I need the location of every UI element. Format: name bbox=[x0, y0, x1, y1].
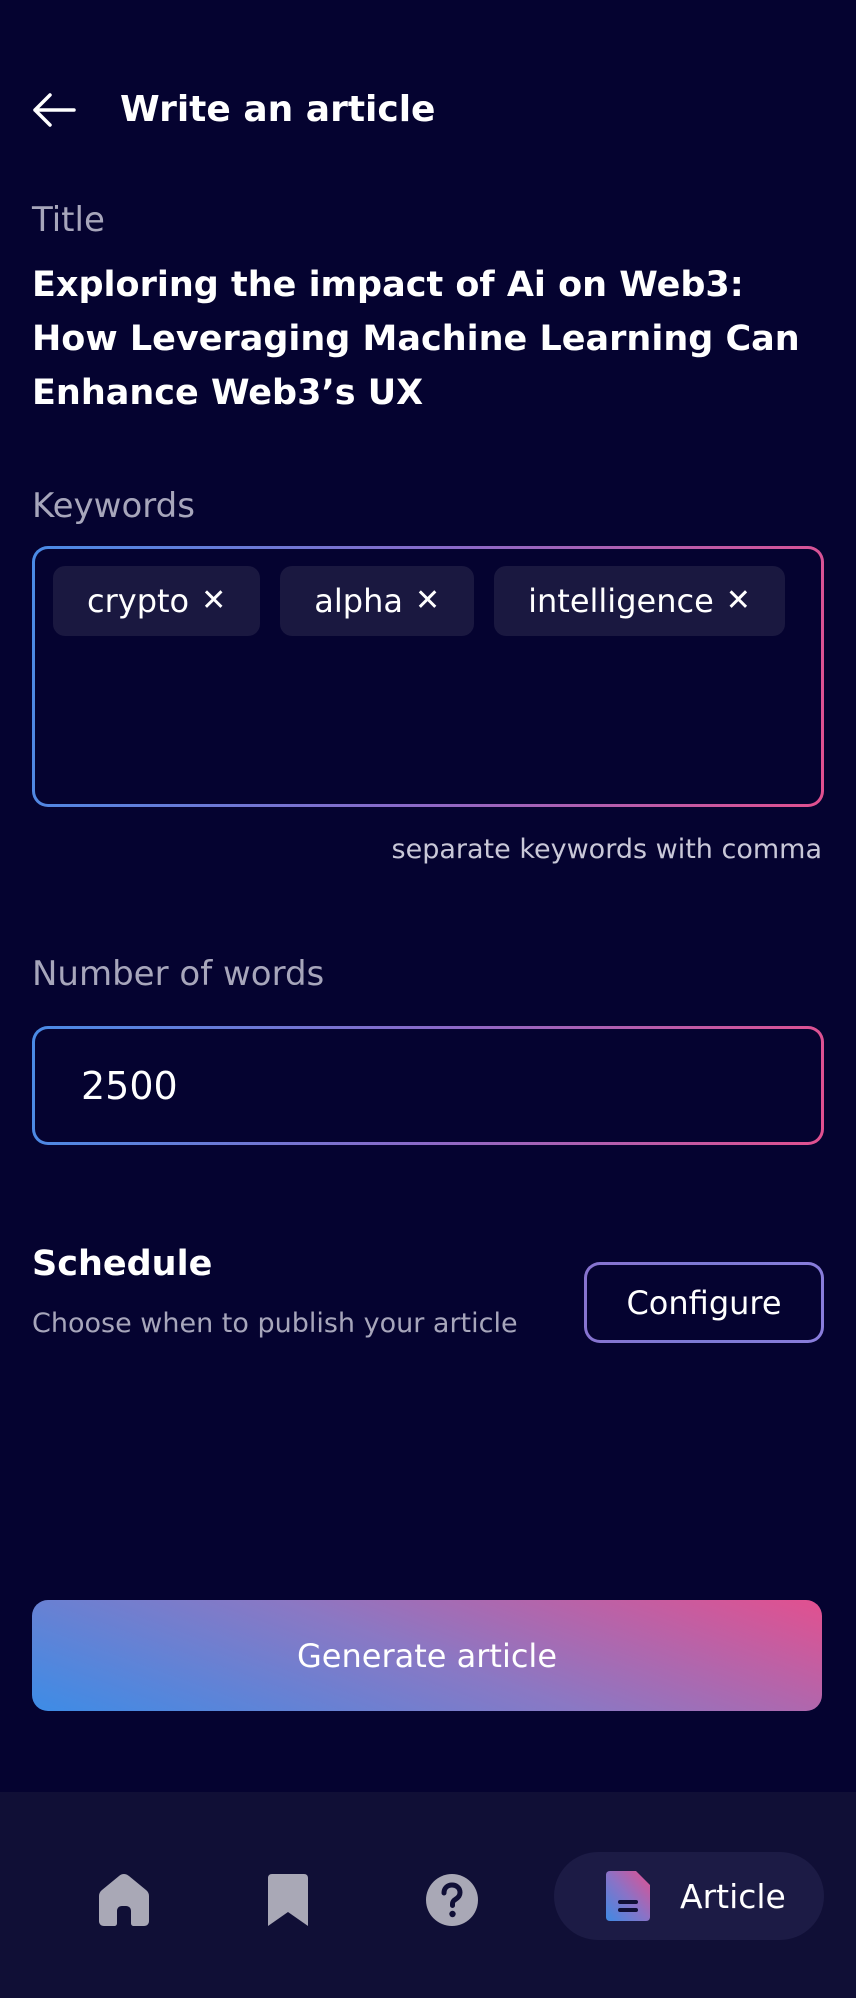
keyword-chip[interactable]: intelligence ✕ bbox=[494, 566, 785, 636]
schedule-subtitle: Choose when to publish your article bbox=[32, 1308, 518, 1339]
bottom-nav: Article bbox=[0, 1792, 856, 1998]
close-icon[interactable]: ✕ bbox=[201, 586, 226, 616]
keyword-chip-label: crypto bbox=[87, 582, 190, 620]
home-icon bbox=[99, 1874, 149, 1926]
keywords-input[interactable]: crypto ✕ alpha ✕ intelligence ✕ bbox=[32, 546, 824, 807]
nav-article-label: Article bbox=[680, 1876, 786, 1916]
keyword-chip-label: intelligence bbox=[528, 582, 714, 620]
schedule-title: Schedule bbox=[32, 1244, 213, 1284]
title-label: Title bbox=[32, 200, 105, 240]
article-icon bbox=[606, 1871, 650, 1921]
keywords-label: Keywords bbox=[32, 486, 195, 526]
close-icon[interactable]: ✕ bbox=[415, 586, 440, 616]
configure-button[interactable]: Configure bbox=[584, 1262, 824, 1343]
words-label: Number of words bbox=[32, 954, 325, 994]
close-icon[interactable]: ✕ bbox=[726, 586, 751, 616]
keyword-chips: crypto ✕ alpha ✕ intelligence ✕ bbox=[53, 566, 785, 636]
keyword-chip[interactable]: alpha ✕ bbox=[280, 566, 475, 636]
word-count-input[interactable]: 2500 bbox=[32, 1026, 824, 1145]
write-article-screen: Write an article Title Exploring the imp… bbox=[0, 0, 856, 1998]
arrow-left-icon bbox=[33, 93, 76, 127]
keyword-chip[interactable]: crypto ✕ bbox=[53, 566, 261, 636]
help-icon bbox=[426, 1874, 478, 1926]
bookmark-icon bbox=[268, 1874, 308, 1926]
back-button[interactable] bbox=[30, 86, 78, 134]
header: Write an article bbox=[0, 72, 856, 146]
article-title: Exploring the impact of Ai on Web3: How … bbox=[32, 265, 800, 413]
keyword-chip-label: alpha bbox=[314, 582, 403, 620]
nav-help[interactable] bbox=[420, 1868, 484, 1932]
generate-article-button[interactable]: Generate article bbox=[32, 1600, 822, 1711]
nav-article[interactable]: Article bbox=[554, 1852, 824, 1940]
nav-bookmarks[interactable] bbox=[256, 1868, 320, 1932]
keywords-hint: separate keywords with comma bbox=[391, 834, 822, 865]
word-count-value: 2500 bbox=[81, 1064, 178, 1108]
nav-home[interactable] bbox=[92, 1868, 156, 1932]
page-title: Write an article bbox=[120, 89, 436, 130]
